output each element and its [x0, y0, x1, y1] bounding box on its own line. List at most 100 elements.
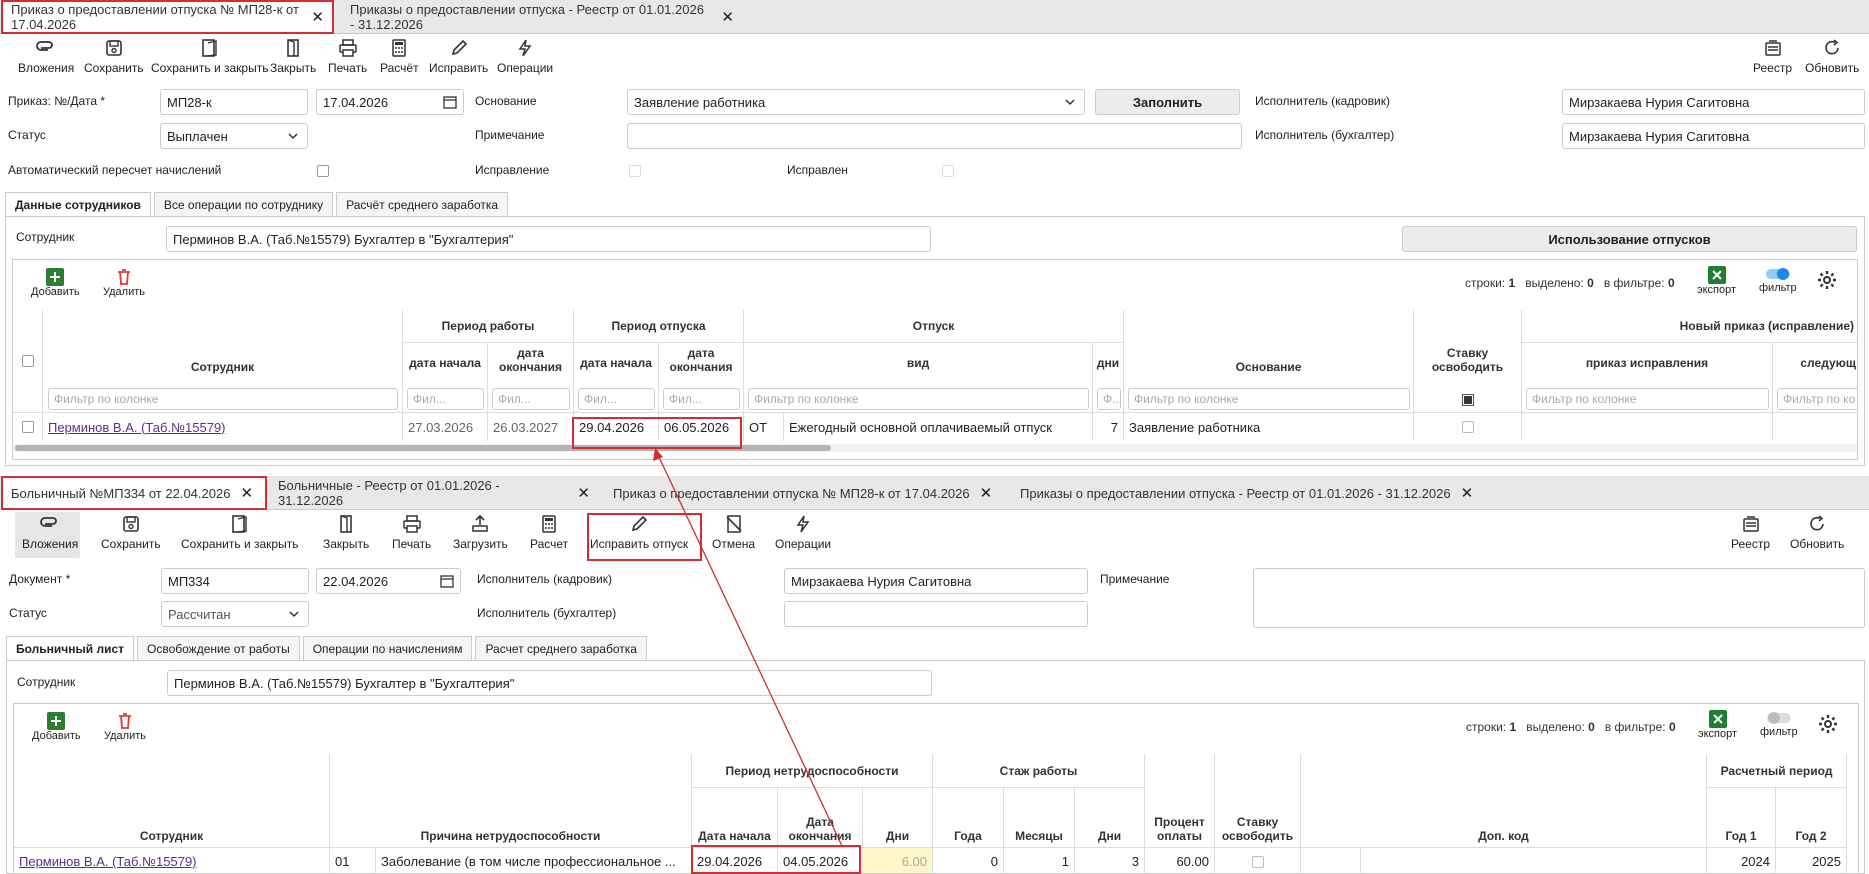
filter-toggle[interactable]: фильтр	[1760, 710, 1798, 738]
tab-label: Больничный №МП334 от 22.04.2026	[11, 485, 231, 501]
filter-next[interactable]: Фильтр по ко	[1777, 388, 1857, 410]
executor-hr-field[interactable]: Мирзакаева Нурия Сагитовна	[784, 568, 1088, 594]
order-date-input[interactable]: 17.04.2026	[316, 89, 464, 115]
horizontal-scrollbar-track[interactable]	[13, 444, 1857, 452]
tab-average-earnings[interactable]: Расчёт среднего заработка	[336, 192, 509, 216]
save-button[interactable]: Сохранить	[101, 514, 161, 551]
save-close-button[interactable]: Сохранить и закрыть	[181, 514, 298, 551]
attachments-button[interactable]: Вложения	[18, 38, 74, 75]
cancel-button[interactable]: Отмена	[712, 514, 755, 551]
close-icon[interactable]: ✕	[721, 10, 734, 25]
filter-type[interactable]: Фильтр по колонке	[748, 388, 1089, 410]
calendar-icon[interactable]	[443, 95, 457, 109]
table-row-employee[interactable]: Перминов В.А. (Таб.№15579)	[14, 848, 330, 873]
vacation-use-button[interactable]: Использование отпусков	[1402, 226, 1857, 252]
filter-employee[interactable]: Фильтр по колонке	[48, 388, 398, 410]
load-button[interactable]: Загрузить	[453, 514, 508, 551]
attachments-button[interactable]: Вложения	[22, 514, 78, 551]
tab-release-from-work[interactable]: Освобождение от работы	[137, 636, 300, 660]
refresh-button[interactable]: Обновить	[1790, 514, 1844, 551]
delete-button[interactable]: Удалить	[103, 268, 145, 298]
executor-acc-field[interactable]	[784, 601, 1088, 627]
tab-sick-sheet[interactable]: Больничный лист	[6, 636, 135, 660]
export-button[interactable]: экспорт	[1698, 710, 1737, 740]
employee-field[interactable]: Перминов В.А. (Таб.№15579) Бухгалтер в "…	[166, 226, 931, 252]
save-close-button[interactable]: Сохранить и закрыть	[151, 38, 268, 75]
gear-icon[interactable]	[1818, 714, 1838, 734]
registry-button[interactable]: Реестр	[1731, 514, 1770, 551]
close-icon[interactable]: ✕	[577, 486, 590, 501]
row-rate-checkbox[interactable]	[1251, 855, 1264, 868]
calendar-icon[interactable]	[440, 574, 454, 588]
row-checkbox[interactable]	[21, 421, 34, 433]
top-tab-order[interactable]: Приказ о предоставлении отпуска № МП28-к…	[1, 0, 334, 34]
close-icon[interactable]: ✕	[980, 486, 993, 501]
bottom-tab-order-registry[interactable]: Приказы о предоставлении отпуска - Реест…	[1012, 476, 1482, 510]
document-number-input[interactable]: МП334	[161, 568, 309, 594]
operations-button[interactable]: Операции	[497, 38, 553, 75]
refresh-button[interactable]: Обновить	[1805, 38, 1859, 75]
status-select[interactable]: Выплачен	[160, 123, 308, 149]
close-button[interactable]: Закрыть	[270, 38, 316, 75]
top-tab-registry[interactable]: Приказы о предоставлении отпуска - Реест…	[342, 0, 742, 34]
delete-button[interactable]: Удалить	[104, 712, 146, 742]
row-rate-checkbox[interactable]	[1461, 421, 1474, 433]
employee-link[interactable]: Перминов В.А. (Таб.№15579)	[48, 420, 226, 435]
add-button[interactable]: Добавить	[32, 712, 81, 742]
tab-average-earnings[interactable]: Расчет среднего заработка	[475, 636, 647, 660]
calc-button[interactable]: Расчёт	[380, 38, 419, 75]
close-icon[interactable]: ✕	[1461, 486, 1474, 501]
filter-vac-end[interactable]: Фил...	[663, 388, 740, 410]
select-all-checkbox[interactable]	[21, 355, 34, 367]
tab-accrual-operations[interactable]: Операции по начислениям	[302, 636, 473, 660]
row-vac-end[interactable]: 06.05.2026	[659, 413, 744, 441]
fix-vacation-button[interactable]: Исправить отпуск	[590, 514, 688, 551]
export-button[interactable]: экспорт	[1697, 266, 1736, 296]
document-date-input[interactable]: 22.04.2026	[316, 568, 461, 594]
executor-acc-field[interactable]: Мирзакаева Нурия Сагитовна	[1562, 123, 1865, 149]
note-input[interactable]	[1253, 568, 1865, 628]
horizontal-scrollbar-thumb[interactable]	[15, 445, 831, 451]
tab-all-operations[interactable]: Все операции по сотруднику	[153, 192, 334, 216]
row-start[interactable]: 29.04.2026	[692, 848, 778, 873]
filter-work-end[interactable]: Фил...	[492, 388, 570, 410]
row-vac-start[interactable]: 29.04.2026	[574, 413, 659, 441]
basis-select[interactable]: Заявление работника	[627, 89, 1085, 115]
table-row-employee[interactable]: Перминов В.А. (Таб.№15579)	[43, 413, 403, 441]
filter-basis[interactable]: Фильтр по колонке	[1128, 388, 1410, 410]
bottom-tab-sick-leave[interactable]: Больничный №МП334 от 22.04.2026 ✕	[1, 476, 267, 510]
close-button[interactable]: Закрыть	[323, 514, 369, 551]
filter-fix-order[interactable]: Фильтр по колонке	[1526, 388, 1769, 410]
row-end[interactable]: 04.05.2026	[778, 848, 863, 873]
order-number-input[interactable]: МП28-к	[160, 89, 308, 115]
registry-button[interactable]: Реестр	[1753, 38, 1792, 75]
print-button[interactable]: Печать	[328, 38, 367, 75]
note-input[interactable]	[627, 123, 1242, 149]
auto-recalc-checkbox[interactable]	[317, 165, 329, 177]
col-vac-period: Период отпуска	[574, 310, 744, 343]
fix-button[interactable]: Исправить	[429, 38, 488, 75]
calc-button[interactable]: Расчет	[530, 514, 568, 551]
add-button[interactable]: Добавить	[31, 268, 80, 298]
fill-button[interactable]: Заполнить	[1095, 89, 1240, 115]
status-select[interactable]: Рассчитан	[161, 601, 309, 627]
gear-icon[interactable]	[1817, 270, 1837, 290]
filter-work-start[interactable]: Фил...	[407, 388, 484, 410]
employee-link[interactable]: Перминов В.А. (Таб.№15579)	[19, 854, 197, 869]
executor-hr-field[interactable]: Мирзакаева Нурия Сагитовна	[1562, 89, 1865, 115]
row-years: 0	[933, 848, 1004, 873]
filter-toggle[interactable]: фильтр	[1759, 266, 1797, 294]
col-days: Дни	[863, 788, 933, 848]
bottom-tab-order[interactable]: Приказ о предоставлении отпуска № МП28-к…	[605, 476, 1005, 510]
close-icon[interactable]: ✕	[240, 486, 253, 501]
bottom-tab-sick-registry[interactable]: Больничные - Реестр от 01.01.2026 - 31.1…	[270, 476, 598, 510]
employee-field[interactable]: Перминов В.А. (Таб.№15579) Бухгалтер в "…	[167, 670, 932, 696]
operations-button[interactable]: Операции	[775, 514, 831, 551]
save-button[interactable]: Сохранить	[84, 38, 144, 75]
filter-rate-checkbox[interactable]	[1462, 394, 1474, 406]
close-icon[interactable]: ✕	[311, 10, 324, 25]
filter-days[interactable]: Ф...	[1097, 388, 1122, 410]
tab-employee-data[interactable]: Данные сотрудников	[5, 192, 151, 216]
filter-vac-start[interactable]: Фил...	[578, 388, 655, 410]
print-button[interactable]: Печать	[392, 514, 431, 551]
